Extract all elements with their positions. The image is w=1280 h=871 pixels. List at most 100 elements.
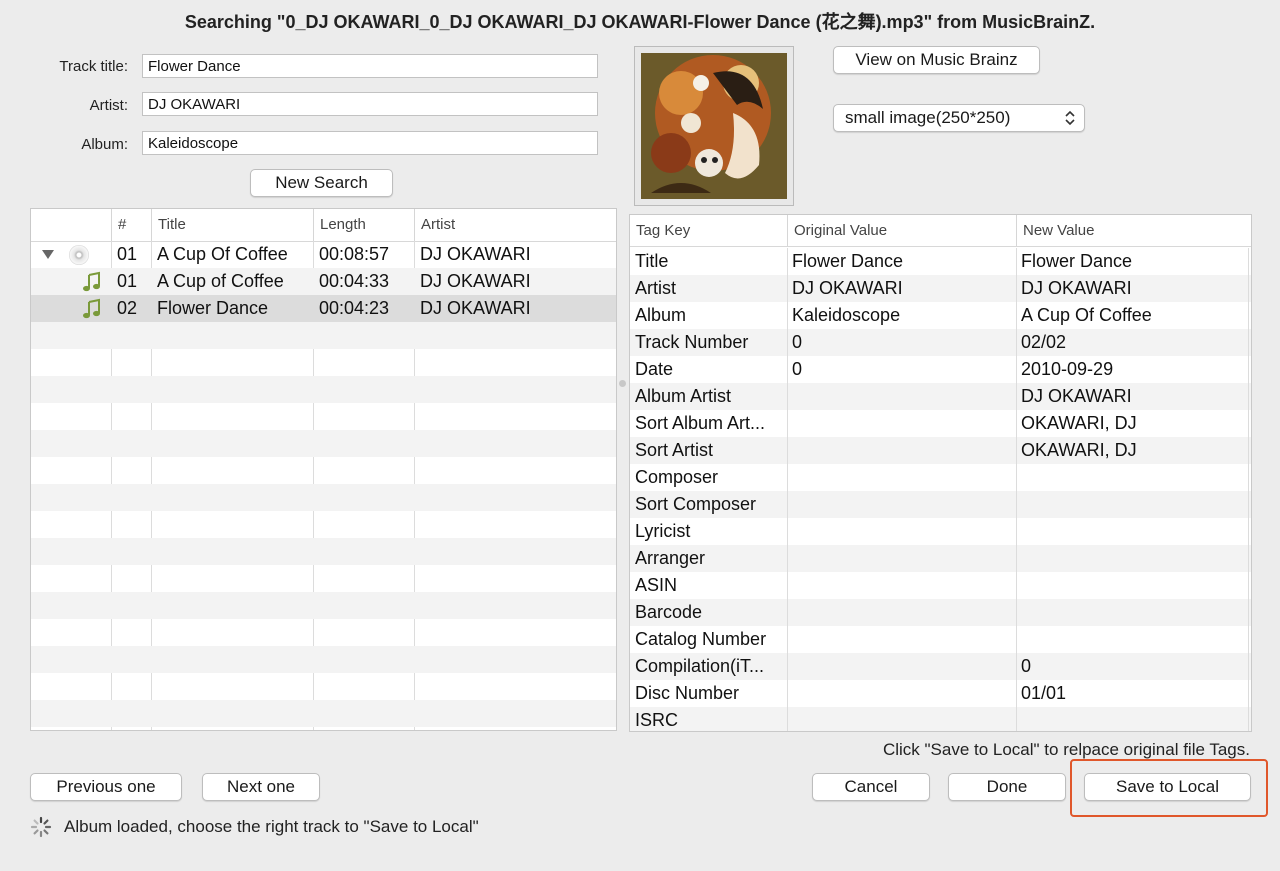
track-title-input[interactable] [142,54,598,78]
tag-row[interactable]: Arranger [630,545,1251,572]
tag-new-cell[interactable] [1016,626,1248,653]
tag-row[interactable]: Album Kaleidoscope A Cup Of Coffee [630,302,1251,329]
empty-row [31,322,616,349]
tag-new-cell[interactable]: 0 [1016,653,1248,680]
tag-new-cell[interactable]: OKAWARI, DJ [1016,437,1248,464]
empty-row [31,403,616,430]
tag-original-cell: Flower Dance [792,251,904,271]
next-one-button[interactable]: Next one [202,773,320,801]
tag-new-cell[interactable]: 01/01 [1016,680,1248,707]
tag-original-cell [787,572,1016,599]
column-header-length[interactable]: Length [313,209,414,241]
track-length: 00:04:33 [319,271,390,291]
tag-row[interactable]: Composer [630,464,1251,491]
tag-new-cell[interactable] [1016,599,1248,626]
track-artist: DJ OKAWARI [420,244,531,264]
tag-original-cell: Kaleidoscope [792,305,901,325]
tag-new-cell[interactable] [1016,707,1248,731]
tag-row[interactable]: Barcode [630,599,1251,626]
new-search-button[interactable]: New Search [250,169,393,197]
tag-row[interactable]: Catalog Number [630,626,1251,653]
tag-row[interactable]: Track Number 0 02/02 [630,329,1251,356]
track-title: A Cup Of Coffee [157,244,288,264]
tag-new-cell[interactable]: 02/02 [1016,329,1248,356]
previous-one-button[interactable]: Previous one [30,773,182,801]
track-row-selected[interactable]: 02 Flower Dance 00:04:23 DJ OKAWARI [31,295,616,322]
tag-key-cell: Barcode [635,602,703,622]
empty-row [31,511,616,538]
tag-row[interactable]: Disc Number 01/01 [630,680,1251,707]
track-title: Flower Dance [157,298,269,318]
track-title-label: Track title: [59,58,128,75]
tag-new-cell[interactable]: 2010-09-29 [1016,356,1248,383]
album-input[interactable] [142,131,598,155]
tag-new-cell[interactable] [1016,464,1248,491]
track-length: 00:04:23 [319,298,390,318]
tag-new-cell[interactable]: DJ OKAWARI [1016,383,1248,410]
save-button-highlight [1070,759,1268,817]
status-text: Album loaded, choose the right track to … [64,817,479,836]
column-header-tag-key[interactable]: Tag Key [630,215,787,246]
tag-original-cell [787,437,1016,464]
tag-row[interactable]: ASIN [630,572,1251,599]
artist-input[interactable] [142,92,598,116]
tag-row[interactable]: Sort Composer [630,491,1251,518]
cancel-button[interactable]: Cancel [812,773,930,801]
tag-row[interactable]: Date 0 2010-09-29 [630,356,1251,383]
column-header-artist[interactable]: Artist [414,209,616,241]
empty-row [31,376,616,403]
split-view-handle[interactable] [619,380,626,387]
tag-row[interactable]: ISRC [630,707,1251,731]
tag-original-cell [787,491,1016,518]
results-table-body: 01 A Cup Of Coffee 00:08:57 DJ OKAWARI 0… [31,241,616,730]
tag-original-cell [787,707,1016,731]
empty-row [31,484,616,511]
column-header-original-value[interactable]: Original Value [787,215,1016,246]
tag-new-cell[interactable]: Flower Dance [1016,248,1248,275]
tag-original-cell [787,599,1016,626]
tag-original-cell [787,410,1016,437]
tag-new-cell[interactable] [1016,545,1248,572]
results-table[interactable]: # Title Length Artist 01 A Cup Of Coffee… [30,208,617,731]
disclosure-triangle-icon[interactable] [42,250,54,259]
tags-table-body: ISRC Disc Number 01/01 Compilation(iT... 0 Ca… [630,248,1251,731]
column-header-new-value[interactable]: New Value [1016,215,1251,246]
empty-row [31,538,616,565]
tag-new-cell[interactable]: OKAWARI, DJ [1016,410,1248,437]
cd-icon [69,245,89,265]
tag-original-cell [787,653,1016,680]
window-title: Searching "0_DJ OKAWARI_0_DJ OKAWARI_DJ … [184,12,1096,32]
tag-new-cell[interactable]: DJ OKAWARI [1016,275,1248,302]
tag-row[interactable]: Album Artist DJ OKAWARI [630,383,1251,410]
album-cover-art [634,46,794,206]
tag-original-cell [787,626,1016,653]
empty-row [31,700,616,727]
tag-new-cell[interactable] [1016,491,1248,518]
tag-row[interactable]: Lyricist [630,518,1251,545]
empty-row [31,673,616,700]
tag-original-cell [787,680,1016,707]
track-artist: DJ OKAWARI [420,271,531,291]
empty-row [31,565,616,592]
tag-new-cell[interactable] [1016,518,1248,545]
tag-new-cell[interactable] [1016,572,1248,599]
view-on-musicbrainz-button[interactable]: View on Music Brainz [833,46,1040,74]
tag-row[interactable]: Title Flower Dance Flower Dance [630,248,1251,275]
album-label: Album: [81,136,128,153]
tag-row[interactable]: Sort Artist OKAWARI, DJ [630,437,1251,464]
tag-key-cell: ASIN [635,575,678,595]
track-number: 01 [117,271,138,291]
done-button[interactable]: Done [948,773,1066,801]
album-row[interactable]: 01 A Cup Of Coffee 00:08:57 DJ OKAWARI [31,241,616,268]
track-length: 00:08:57 [319,244,390,264]
column-header-number[interactable]: # [111,209,152,241]
tag-row[interactable]: Sort Album Art... OKAWARI, DJ [630,410,1251,437]
tag-row[interactable]: Artist DJ OKAWARI DJ OKAWARI [630,275,1251,302]
tag-row[interactable]: Compilation(iT... 0 [630,653,1251,680]
tags-table-header: Tag Key Original Value New Value [630,215,1251,247]
column-header-title[interactable]: Title [151,209,313,241]
image-size-select[interactable]: small image(250*250) [833,104,1085,132]
track-row[interactable]: 01 A Cup of Coffee 00:04:33 DJ OKAWARI [31,268,616,295]
tag-new-cell[interactable]: A Cup Of Coffee [1016,302,1248,329]
tags-table[interactable]: Tag Key Original Value New Value ISRC Dis… [629,214,1252,732]
